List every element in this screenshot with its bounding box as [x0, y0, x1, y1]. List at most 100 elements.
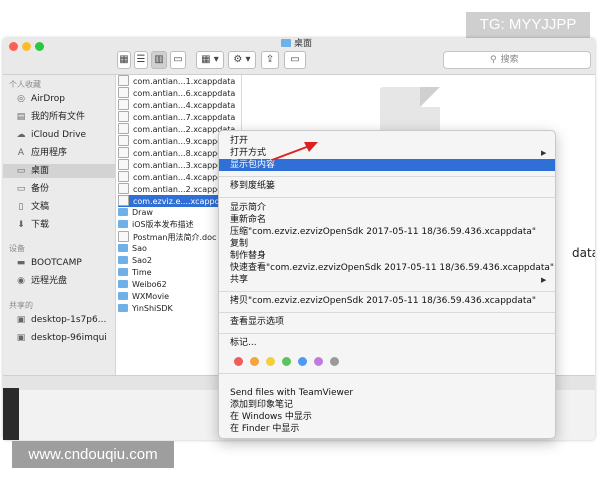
file-icon: [118, 135, 129, 146]
file-icon: [118, 171, 129, 182]
menu-separator: [219, 373, 555, 374]
view-columns-button[interactable]: ▥: [151, 51, 167, 69]
folder-icon: [118, 244, 128, 252]
list-item[interactable]: com.antian...7.xcappdata: [118, 111, 238, 123]
folder-icon: [118, 220, 128, 228]
file-icon: [118, 195, 129, 206]
action-button[interactable]: ⚙ ▾: [228, 51, 256, 69]
window-title: 桌面: [281, 39, 312, 50]
search-placeholder: 搜索: [500, 55, 519, 65]
menu-item-open-with[interactable]: 打开方式: [230, 147, 266, 159]
menu-item-open[interactable]: 打开: [230, 135, 248, 147]
tag-color-dot[interactable]: [266, 357, 275, 366]
tag-color-dot[interactable]: [298, 357, 307, 366]
menu-separator: [219, 333, 555, 334]
sidebar-item-label: 应用程序: [31, 148, 68, 158]
downloads-icon: ⬇: [17, 220, 25, 230]
sidebar-item-downloads[interactable]: ⬇ 下载: [15, 218, 49, 232]
sidebar-item-backup[interactable]: ▭ 备份: [15, 182, 49, 196]
sidebar-heading-shared: 共享的: [9, 301, 33, 310]
file-name: Draw: [132, 208, 153, 217]
file-name: com.antian...1.xcappdata: [133, 77, 236, 86]
sidebar-item-documents[interactable]: ▯ 文稿: [15, 200, 50, 214]
search-icon: ⚲: [490, 55, 497, 65]
view-list-button[interactable]: ☰: [134, 51, 148, 69]
menu-item-add-to-evernote[interactable]: 添加到印象笔记: [230, 399, 293, 411]
folder-icon: [281, 39, 291, 47]
sidebar-item-label: 远程光盘: [31, 276, 68, 286]
tag-color-dot[interactable]: [250, 357, 259, 366]
menu-item-duplicate[interactable]: 复制: [230, 238, 248, 250]
network-computer-icon: ▣: [16, 333, 26, 343]
folder-icon: [118, 304, 128, 312]
sidebar-item-desktop[interactable]: ▭ 桌面: [3, 164, 115, 178]
sidebar-item-applications[interactable]: A 应用程序: [15, 146, 67, 160]
menu-item-compress[interactable]: 压缩"com.ezviz.ezvizOpenSdk 2017-05-11 18/…: [230, 226, 536, 238]
preview-filename-fragment: data: [572, 246, 595, 260]
menu-item-move-to-trash[interactable]: 移到废纸篓: [230, 180, 275, 192]
minimize-window-button[interactable]: [22, 42, 31, 51]
submenu-arrow-icon: ▶: [541, 149, 547, 157]
tags-button[interactable]: ▭: [284, 51, 306, 69]
documents-icon: ▯: [18, 202, 24, 212]
file-name: com.antian...6.xcappdata: [133, 89, 236, 98]
cloud-icon: ☁: [16, 130, 26, 140]
sidebar-item-label: BOOTCAMP: [31, 258, 82, 268]
menu-item-get-info[interactable]: 显示简介: [230, 202, 266, 214]
share-button[interactable]: ⇪: [261, 51, 279, 69]
optical-disc-icon: ◉: [17, 276, 25, 286]
menu-item-show-package-contents[interactable]: 显示包内容: [230, 159, 275, 171]
tag-color-dot[interactable]: [330, 357, 339, 366]
file-icon: [118, 159, 129, 170]
file-name: Time: [132, 268, 152, 277]
background-dark-strip: [3, 388, 19, 440]
list-item[interactable]: com.antian...4.xcappdata: [118, 99, 238, 111]
all-files-icon: ▤: [16, 112, 26, 122]
sidebar-item-airdrop[interactable]: ◎ AirDrop: [15, 92, 65, 106]
zoom-window-button[interactable]: [35, 42, 44, 51]
watermark-bottom-left: www.cndouqiu.com: [12, 441, 174, 468]
menu-item-show-in-windows[interactable]: 在 Windows 中显示: [230, 411, 312, 423]
menu-item-copy[interactable]: 拷贝"com.ezviz.ezvizOpenSdk 2017-05-11 18/…: [230, 295, 536, 307]
sidebar-item-remote-disc[interactable]: ◉ 远程光盘: [15, 274, 67, 288]
tag-color-dot[interactable]: [234, 357, 243, 366]
file-name: YinShiSDK: [132, 304, 173, 313]
watermark-top-right: TG: MYYJJPP: [466, 12, 590, 38]
sidebar-item-shared-1[interactable]: ▣ desktop-1s7p6...: [15, 313, 107, 327]
menu-item-quick-look[interactable]: 快速查看"com.ezviz.ezvizOpenSdk 2017-05-11 1…: [230, 262, 554, 274]
sidebar-item-bootcamp[interactable]: ▬ BOOTCAMP: [15, 256, 82, 270]
sidebar-item-label: AirDrop: [31, 94, 66, 104]
close-window-button[interactable]: [9, 42, 18, 51]
menu-item-share[interactable]: 共享: [230, 274, 248, 286]
sidebar-item-all-files[interactable]: ▤ 我的所有文件: [15, 110, 85, 124]
arrange-button[interactable]: ▦ ▾: [196, 51, 224, 69]
network-computer-icon: ▣: [16, 315, 26, 325]
sidebar-item-label: 桌面: [31, 166, 50, 176]
file-icon: [118, 75, 129, 86]
menu-item-make-alias[interactable]: 制作替身: [230, 250, 266, 262]
menu-item-view-options[interactable]: 查看显示选项: [230, 316, 284, 328]
sidebar: 个人收藏 ◎ AirDrop ▤ 我的所有文件 ☁ iCloud Drive A 应用程…: [3, 75, 116, 375]
sidebar-item-icloud[interactable]: ☁ iCloud Drive: [15, 128, 87, 142]
sidebar-item-label: 我的所有文件: [31, 112, 86, 122]
list-item[interactable]: com.antian...6.xcappdata: [118, 87, 238, 99]
menu-item-teamviewer[interactable]: Send files with TeamViewer: [230, 387, 353, 399]
sidebar-item-shared-2[interactable]: ▣ desktop-96imqui: [15, 331, 107, 345]
applications-icon: A: [17, 148, 25, 158]
menu-separator: [219, 291, 555, 292]
tag-color-dot[interactable]: [282, 357, 291, 366]
view-coverflow-button[interactable]: ▭: [170, 51, 186, 69]
file-name: WXMovie: [132, 292, 170, 301]
sidebar-item-label: desktop-96imqui: [31, 333, 107, 343]
search-field[interactable]: ⚲ 搜索: [443, 51, 591, 69]
sidebar-item-label: 文稿: [31, 202, 50, 212]
list-item[interactable]: com.antian...1.xcappdata: [118, 75, 238, 87]
file-icon: [118, 231, 129, 242]
menu-item-rename[interactable]: 重新命名: [230, 214, 266, 226]
folder-icon: [118, 292, 128, 300]
view-icons-button[interactable]: ▦: [117, 51, 131, 69]
menu-item-tags[interactable]: 标记...: [230, 337, 257, 349]
menu-item-show-in-finder[interactable]: 在 Finder 中显示: [230, 423, 299, 435]
tag-color-dot[interactable]: [314, 357, 323, 366]
title-bar: 桌面 ▦ ☰ ▥ ▭ ▦ ▾ ⚙ ▾ ⇪ ▭ ⚲ 搜索: [3, 38, 595, 75]
